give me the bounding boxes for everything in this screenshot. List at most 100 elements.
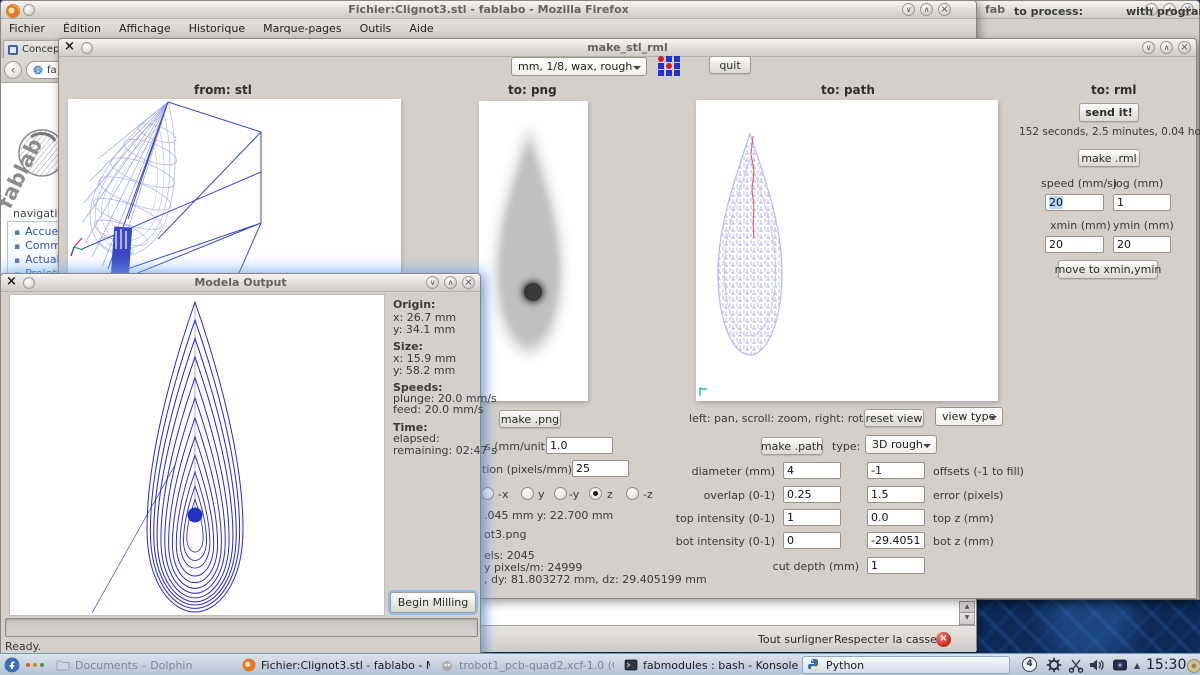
- match-case-checkbox[interactable]: Respecter la casse: [834, 633, 937, 646]
- bot-intensity-input[interactable]: [783, 532, 841, 549]
- plasma-cashew-icon[interactable]: [1186, 658, 1200, 674]
- section-to-png: to: png: [508, 83, 557, 97]
- make-titlebar[interactable]: × make_stl_rml: [59, 39, 1196, 57]
- path-type-dropdown[interactable]: 3D rough: [865, 435, 937, 454]
- menu-affichage[interactable]: Affichage: [119, 22, 171, 35]
- device-notifier-icon[interactable]: [1112, 657, 1128, 673]
- taskbar-item-dolphin[interactable]: Documents – Dolphin: [52, 656, 232, 674]
- maximize-icon[interactable]: [920, 3, 933, 16]
- menu-fichier[interactable]: Fichier: [9, 22, 45, 35]
- taskbar-item-firefox[interactable]: Fichier:Clignot3.stl - fablabo - Mozi: [238, 656, 430, 674]
- scroll-down-icon[interactable]: ▼: [959, 613, 975, 625]
- make-png-button[interactable]: make .png: [499, 410, 561, 428]
- tray-expand-arrow-icon[interactable]: ▲: [1134, 661, 1140, 670]
- xmin-input[interactable]: [1045, 236, 1104, 253]
- gear-icon[interactable]: [1046, 657, 1062, 673]
- pager-dots[interactable]: [26, 663, 30, 667]
- close-icon[interactable]: [1178, 41, 1191, 54]
- url-text: fa: [47, 65, 57, 76]
- view-hint-label: left: pan, scroll: zoom, right: rotate: [689, 412, 881, 425]
- menu-outils[interactable]: Outils: [360, 22, 392, 35]
- path-axes-icon: [700, 387, 707, 396]
- cut-depth-input[interactable]: [867, 557, 925, 574]
- close-findbar-icon[interactable]: ×: [936, 632, 951, 647]
- scissors-icon[interactable]: [1068, 657, 1084, 673]
- maximize-icon[interactable]: [1160, 41, 1173, 54]
- status-text: Ready.: [5, 640, 41, 653]
- clock[interactable]: 15:30: [1146, 657, 1186, 673]
- radio-axis-neg-y[interactable]: [554, 487, 567, 500]
- size-y: y: 58.2 mm: [393, 364, 455, 377]
- minimize-icon[interactable]: [1142, 41, 1155, 54]
- tray-badge-icon[interactable]: 4: [1022, 657, 1037, 672]
- firefox-icon: [242, 658, 256, 672]
- view-type-dropdown[interactable]: view type: [935, 407, 1003, 426]
- menu-historique[interactable]: Historique: [189, 22, 245, 35]
- xmin-label: xmin (mm): [1050, 219, 1111, 232]
- milling-path-canvas: [9, 294, 385, 616]
- back-button-icon[interactable]: ‹: [4, 61, 22, 79]
- orientation-axes-icon: [71, 238, 83, 256]
- diameter-input[interactable]: [783, 462, 841, 479]
- bot-z-label: bot z (mm): [933, 535, 994, 548]
- close-icon[interactable]: [462, 276, 475, 289]
- origin-heading: Origin:: [393, 298, 435, 311]
- origin-y: y: 34.1 mm: [393, 323, 455, 336]
- move-to-xmin-ymin-button[interactable]: move to xmin,ymin: [1058, 260, 1158, 279]
- menu-edition[interactable]: Édition: [63, 22, 101, 35]
- taskbar-item-konsole[interactable]: fabmodules : bash - Konsole: [620, 656, 798, 674]
- quit-button[interactable]: quit: [709, 56, 751, 74]
- taskbar-item-python[interactable]: Python: [802, 656, 1010, 674]
- radio-axis-neg-x[interactable]: [521, 487, 534, 500]
- fab-to-process-label: to process:: [1014, 5, 1083, 18]
- modela-titlebar[interactable]: × Modela Output: [1, 274, 480, 292]
- radio-axis[interactable]: [481, 487, 494, 500]
- overlap-input[interactable]: [783, 486, 841, 503]
- menu-marque-pages[interactable]: Marque-pages: [263, 22, 341, 35]
- make-path-button[interactable]: make .path: [761, 437, 823, 455]
- menu-aide[interactable]: Aide: [409, 22, 433, 35]
- jog-input[interactable]: [1113, 194, 1171, 211]
- error-input[interactable]: [867, 486, 925, 503]
- section-from-stl: from: stl: [194, 83, 252, 97]
- section-to-rml: to: rml: [1091, 83, 1137, 97]
- konsole-icon: [624, 658, 638, 672]
- desktop: fab to process: with program: Fichier:Cl…: [0, 0, 1200, 675]
- send-it-button[interactable]: send it!: [1079, 103, 1139, 122]
- maximize-icon[interactable]: [444, 276, 457, 289]
- top-intensity-input[interactable]: [783, 509, 841, 526]
- png-preview-canvas: [479, 101, 588, 401]
- dolphin-icon: [56, 658, 70, 672]
- scroll-up-icon[interactable]: ▲: [959, 601, 975, 613]
- fab-with-program-label: with program:: [1126, 5, 1200, 18]
- page-scrollbar[interactable]: ▲ ▼: [959, 601, 975, 625]
- top-z-input[interactable]: [867, 509, 925, 526]
- png-info-dims: , dy: 81.803272 mm, dz: 29.405199 mm: [484, 573, 707, 586]
- toolpath-drawing: [696, 100, 998, 401]
- offsets-input[interactable]: [867, 462, 925, 479]
- speed-input[interactable]: 20: [1045, 194, 1104, 211]
- reset-view-button[interactable]: reset view: [864, 409, 924, 427]
- fedora-menu-icon[interactable]: [4, 657, 20, 673]
- modela-window-title: Modela Output: [1, 276, 480, 289]
- radio-label-y: y: [538, 488, 545, 501]
- progress-bar: [5, 618, 478, 637]
- mm-per-unit-input[interactable]: [546, 437, 613, 454]
- minimize-icon[interactable]: [426, 276, 439, 289]
- volume-icon[interactable]: [1089, 657, 1105, 673]
- sidebar-item-accueil[interactable]: Accueil: [14, 225, 64, 238]
- highlight-all-checkbox[interactable]: Tout surligner: [758, 633, 833, 646]
- diameter-label: diameter (mm): [619, 465, 775, 478]
- firefox-window-title: Fichier:Clignot3.stl - fablabo - Mozilla…: [1, 3, 976, 16]
- close-icon[interactable]: [938, 3, 951, 16]
- minimize-icon[interactable]: [902, 3, 915, 16]
- make-rml-button[interactable]: make .rml: [1078, 149, 1140, 167]
- bot-z-input[interactable]: [867, 532, 925, 549]
- ymin-input[interactable]: [1113, 236, 1171, 253]
- taskbar-item-gimp[interactable]: trobot1_pcb-quad2.xcf-1.0 (Coul: [436, 656, 614, 674]
- firefox-titlebar[interactable]: Fichier:Clignot3.stl - fablabo - Mozilla…: [1, 1, 976, 19]
- radio-axis-z[interactable]: [589, 487, 602, 500]
- begin-milling-button[interactable]: Begin Milling: [390, 592, 476, 613]
- preset-dropdown[interactable]: mm, 1/8, wax, rough: [511, 57, 647, 76]
- path-view-canvas[interactable]: [696, 100, 998, 401]
